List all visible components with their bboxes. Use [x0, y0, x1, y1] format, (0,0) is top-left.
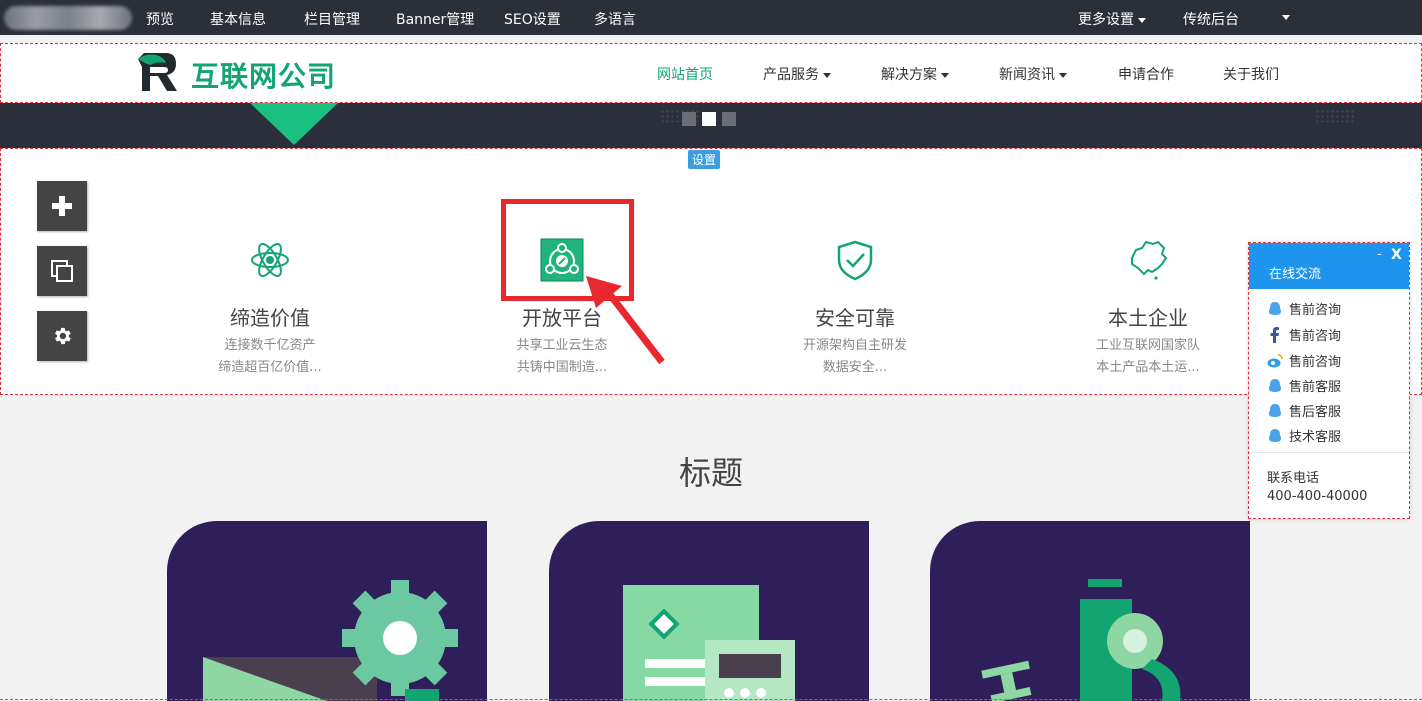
admin-more-settings[interactable]: 更多设置 — [1078, 9, 1146, 29]
section-divider — [0, 699, 1422, 700]
chevron-down-icon — [1138, 17, 1146, 23]
chat-close-button[interactable]: X — [1391, 247, 1402, 263]
chat-item-presales-qq[interactable]: 售前咨询 — [1267, 299, 1341, 318]
document-calculator-illustration — [623, 585, 795, 701]
facebook-icon — [1267, 326, 1283, 343]
feature-desc-line-2: 缔造超百亿价值... — [218, 360, 322, 375]
admin-nav-banner-manage[interactable]: Banner管理 — [396, 9, 474, 29]
qq-icon — [1267, 301, 1283, 317]
banner-dot-3[interactable] — [722, 112, 736, 126]
feature-desc-line-2: 数据安全... — [822, 360, 888, 375]
nav-solutions[interactable]: 解决方案 — [881, 64, 949, 84]
chat-item-tech-service[interactable]: 技术客服 — [1267, 426, 1341, 445]
logo-icon — [138, 53, 177, 91]
chat-item-label: 售前客服 — [1289, 380, 1342, 395]
admin-nav-language[interactable]: 多语言 — [594, 9, 636, 29]
arrow-annotation-icon — [586, 276, 665, 365]
chevron-down-icon — [1282, 14, 1290, 20]
card-1[interactable] — [167, 521, 487, 701]
contact-phone-label: 联系电话 — [1267, 471, 1320, 486]
china-map-icon — [1131, 240, 1168, 280]
feature-item-local-enterprise[interactable]: 本土企业 工业互联网国家队 本土产品本土运... — [1038, 238, 1258, 379]
shield-check-icon — [837, 240, 873, 281]
site-header: 互联网公司 网站首页 产品服务 解决方案 新闻资讯 申请合作 关于我们 — [0, 43, 1422, 103]
nav-news-label: 新闻资讯 — [999, 67, 1055, 83]
blurred-site-name — [4, 6, 132, 30]
chevron-down-icon — [1059, 72, 1067, 78]
banner-triangle-decoration — [250, 103, 338, 145]
feature-desc-line-1: 工业互联网国家队 — [1095, 338, 1200, 353]
nav-products[interactable]: 产品服务 — [763, 64, 831, 84]
admin-toolbar: 预览 基本信息 栏目管理 Banner管理 SEO设置 多语言 更多设置 传统后… — [0, 0, 1422, 35]
chat-item-aftersales-service[interactable]: 售后客服 — [1267, 401, 1341, 420]
card-2[interactable] — [549, 521, 869, 701]
chevron-down-icon — [823, 72, 831, 78]
feature-desc-line-1: 开源架构自主研发 — [802, 338, 907, 353]
chevron-down-icon — [941, 72, 949, 78]
banner-dot-2[interactable] — [702, 112, 716, 126]
chat-title: 在线交流 — [1269, 267, 1322, 282]
weibo-icon — [1267, 353, 1283, 369]
admin-nav-seo[interactable]: SEO设置 — [504, 9, 561, 29]
feature-title: 本土企业 — [1108, 306, 1188, 330]
chat-item-presales-facebook[interactable]: 售前咨询 — [1267, 325, 1341, 344]
feature-title: 缔造价值 — [230, 306, 310, 330]
chat-item-label: 售前咨询 — [1289, 355, 1342, 370]
logo-text[interactable]: 互联网公司 — [191, 55, 336, 95]
banner-slider — [0, 103, 1422, 148]
chat-item-presales-service[interactable]: 售前客服 — [1267, 376, 1341, 395]
chat-item-label: 售前咨询 — [1289, 329, 1342, 344]
gear-icon — [55, 327, 71, 345]
feature-desc-line-2: 本土产品本土运... — [1096, 360, 1200, 375]
card-3[interactable] — [930, 521, 1250, 701]
nav-about[interactable]: 关于我们 — [1223, 64, 1279, 84]
chat-item-label: 技术客服 — [1289, 430, 1342, 445]
microscope-illustration — [981, 579, 1181, 701]
feature-item-security[interactable]: 安全可靠 开源架构自主研发 数据安全... — [745, 238, 965, 379]
add-module-button[interactable] — [37, 181, 87, 231]
qq-icon — [1267, 428, 1283, 444]
share-edit-icon[interactable] — [540, 238, 584, 282]
feature-desc-line-1: 连接数千亿资产 — [224, 338, 316, 353]
atom-icon — [251, 243, 289, 277]
chat-divider — [1249, 452, 1409, 453]
nav-cooperation[interactable]: 申请合作 — [1118, 64, 1174, 84]
gear-illustration — [203, 580, 458, 701]
plus-icon — [52, 196, 72, 216]
chat-item-label: 售后客服 — [1289, 405, 1342, 420]
qq-icon — [1267, 378, 1283, 394]
nav-solutions-label: 解决方案 — [881, 67, 937, 83]
online-chat-panel: 在线交流 - X 售前咨询 售前咨询 售前咨询 售前客服 售后客服 技术客服 联… — [1248, 242, 1410, 519]
nav-products-label: 产品服务 — [763, 67, 819, 83]
feature-title: 安全可靠 — [815, 306, 895, 330]
banner-pattern — [1315, 109, 1355, 125]
contact-phone-number[interactable]: 400-400-40000 — [1267, 489, 1367, 504]
nav-news[interactable]: 新闻资讯 — [999, 64, 1067, 84]
chat-header: 在线交流 - X — [1249, 243, 1409, 289]
qq-icon — [1267, 403, 1283, 419]
chat-item-label: 售前咨询 — [1289, 303, 1342, 318]
admin-nav-preview[interactable]: 预览 — [146, 9, 174, 29]
chat-minimize-button[interactable]: - — [1377, 247, 1382, 262]
nav-home[interactable]: 网站首页 — [657, 64, 713, 84]
admin-legacy-backend[interactable]: 传统后台 — [1183, 9, 1239, 29]
section-title: 标题 — [678, 454, 743, 492]
copy-icon — [51, 260, 73, 282]
chat-item-presales-weibo[interactable]: 售前咨询 — [1267, 351, 1341, 370]
admin-nav-column-manage[interactable]: 栏目管理 — [304, 9, 360, 29]
admin-nav-basic-info[interactable]: 基本信息 — [210, 9, 266, 29]
feature-item-value[interactable]: 缔造价值 连接数千亿资产 缔造超百亿价值... — [160, 238, 380, 379]
banner-dot-1[interactable] — [682, 112, 696, 126]
module-settings-button[interactable] — [37, 311, 87, 361]
admin-user-dropdown[interactable] — [1278, 9, 1290, 25]
copy-module-button[interactable] — [37, 246, 87, 296]
settings-tag[interactable]: 设置 — [688, 150, 721, 169]
more-settings-label: 更多设置 — [1078, 12, 1134, 28]
